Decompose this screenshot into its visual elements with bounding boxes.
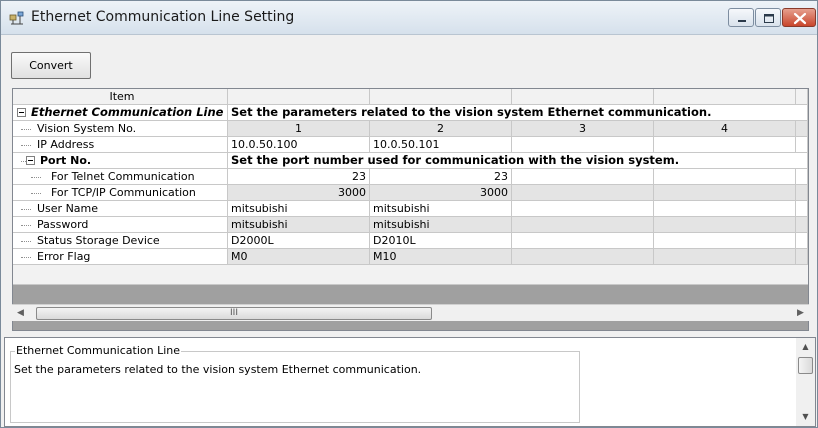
vision-system-no-label: Vision System No. [37,122,137,135]
status-storage-field[interactable] [512,233,654,249]
toolbar [1,36,817,82]
vision-system-no-cell: 1 [228,121,370,137]
error-flag-field[interactable]: M0 [228,249,370,265]
ip-address-field[interactable] [512,137,654,153]
status-storage-field[interactable]: D2000L [228,233,370,249]
column-header[interactable] [512,89,654,105]
vertical-scrollbar[interactable]: ▲ ▼ [796,338,815,426]
row-label-cell: Vision System No. [13,121,228,137]
network-settings-icon [9,11,24,25]
maximize-icon [764,14,774,23]
ip-address-field[interactable]: 10.0.50.101 [370,137,512,153]
telnet-port-field[interactable]: 23 [370,169,512,185]
tcpip-port-field[interactable] [654,185,796,201]
port-no-label: Port No. [40,154,92,167]
password-field[interactable] [512,217,654,233]
table-row[interactable]: Status Storage Device D2000L D2010L [13,233,808,249]
error-flag-field[interactable]: M10 [370,249,512,265]
password-field[interactable]: mitsubishi [370,217,512,233]
row-label-cell: Error Flag [13,249,228,265]
table-row[interactable]: For TCP/IP Communication 3000 3000 [13,185,808,201]
minimize-button[interactable] [728,8,754,27]
status-storage-field[interactable]: D2010L [370,233,512,249]
row-label-cell: Port No. [13,153,228,169]
horizontal-scroll-thumb[interactable]: III [36,307,432,320]
scroll-left-icon[interactable]: ◀ [12,305,29,322]
grid-empty-area [13,265,808,285]
column-header-item[interactable]: Item [13,89,228,105]
scroll-up-icon[interactable]: ▲ [796,338,815,355]
description-group: Ethernet Communication Line Set the para… [10,344,580,423]
grid-header-row: Item [13,89,808,105]
ethernet-line-label: Ethernet Communication Line [31,105,224,119]
telnet-port-field[interactable]: 23 [228,169,370,185]
user-name-field[interactable]: mitsubishi [228,201,370,217]
row-label-cell: Ethernet Communication Line [13,105,228,121]
scroll-right-icon[interactable]: ▶ [792,305,809,322]
window-title: Ethernet Communication Line Setting [31,9,295,25]
tcpip-port-field[interactable]: 3000 [228,185,370,201]
telnet-port-field[interactable] [654,169,796,185]
user-name-field[interactable] [512,201,654,217]
password-field[interactable] [654,217,796,233]
user-name-label: User Name [37,202,99,215]
ethernet-setting-window: Ethernet Communication Line Setting Conv… [0,0,818,428]
vision-system-no-cell: 2 [370,121,512,137]
column-header [796,89,808,105]
column-header[interactable] [228,89,370,105]
user-name-field[interactable]: mitsubishi [370,201,512,217]
description-text: Set the parameters related to the vision… [14,363,422,376]
tcpip-port-label: For TCP/IP Communication [51,186,196,199]
vision-system-no-cell: 4 [654,121,796,137]
row-label-cell: Password [13,217,228,233]
ip-address-field[interactable]: 10.0.50.100 [228,137,370,153]
error-flag-field[interactable] [654,249,796,265]
table-row[interactable]: Vision System No. 1 2 3 4 [13,121,808,137]
horizontal-scrollbar[interactable]: ◀ III ▶ [12,304,809,321]
row-label-cell: For Telnet Communication [13,169,228,185]
vertical-scroll-thumb[interactable] [798,357,813,374]
title-bar: Ethernet Communication Line Setting [1,1,817,35]
table-row[interactable]: For Telnet Communication 23 23 [13,169,808,185]
status-storage-field[interactable] [654,233,796,249]
column-header[interactable] [654,89,796,105]
password-label: Password [37,218,89,231]
tcpip-port-field[interactable]: 3000 [370,185,512,201]
row-label-cell: For TCP/IP Communication [13,185,228,201]
ip-address-label: IP Address [37,138,95,151]
tcpip-port-field[interactable] [512,185,654,201]
convert-button[interactable]: Convert [11,52,91,79]
close-button[interactable] [782,8,816,27]
table-row[interactable]: Port No. Set the port number used for co… [13,153,808,169]
error-flag-field[interactable] [512,249,654,265]
ethernet-line-note: Set the parameters related to the vision… [228,105,808,121]
table-row[interactable]: Password mitsubishi mitsubishi [13,217,808,233]
row-label-cell: User Name [13,201,228,217]
table-row[interactable]: IP Address 10.0.50.100 10.0.50.101 [13,137,808,153]
scroll-down-icon[interactable]: ▼ [796,408,815,425]
collapse-toggle-icon[interactable] [17,108,26,117]
description-title: Ethernet Communication Line [15,344,182,357]
close-icon [793,12,807,25]
port-no-note: Set the port number used for communicati… [228,153,808,169]
telnet-port-field[interactable] [512,169,654,185]
maximize-button[interactable] [755,8,781,27]
ip-address-field[interactable] [654,137,796,153]
error-flag-label: Error Flag [37,250,91,263]
user-name-field[interactable] [654,201,796,217]
telnet-port-label: For Telnet Communication [51,170,195,183]
table-row[interactable]: Error Flag M0 M10 [13,249,808,265]
parameter-grid: Item Ethernet Communication Line Set the… [12,88,809,331]
password-field[interactable]: mitsubishi [228,217,370,233]
row-label-cell: IP Address [13,137,228,153]
column-header[interactable] [370,89,512,105]
status-storage-label: Status Storage Device [37,234,160,247]
table-row[interactable]: User Name mitsubishi mitsubishi [13,201,808,217]
row-label-cell: Status Storage Device [13,233,228,249]
collapse-toggle-icon[interactable] [26,156,35,165]
table-row[interactable]: Ethernet Communication Line Set the para… [13,105,808,121]
vision-system-no-cell: 3 [512,121,654,137]
description-pane: Ethernet Communication Line Set the para… [4,337,816,427]
minimize-icon [738,20,746,22]
